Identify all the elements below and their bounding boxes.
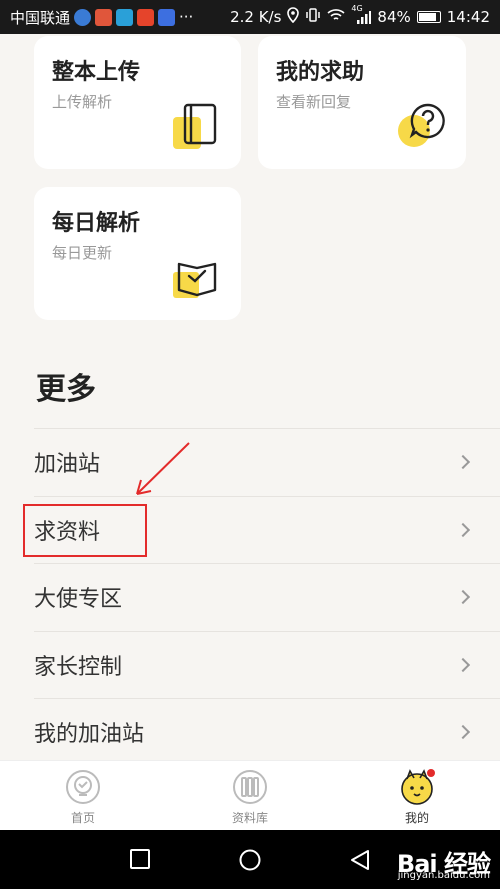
- battery-percent: 84%: [377, 8, 411, 26]
- annotation-highlight-box: [23, 504, 147, 557]
- status-bar: 中国联通 ··· 2.2 K/s 4G 84% 14:42: [0, 0, 500, 34]
- menu-item-label: 加油站: [34, 452, 101, 478]
- menu-item-my-gas-station[interactable]: 我的加油站: [34, 698, 500, 766]
- tab-label: 资料库: [231, 811, 268, 825]
- card-subtitle: 每日更新: [52, 244, 113, 262]
- network-speed: 2.2 K/s: [230, 8, 282, 26]
- book-upload-icon: [169, 99, 223, 151]
- baidu-jingyan-watermark: Bai 经验 jingyan.baidu.com: [397, 844, 491, 881]
- recents-button[interactable]: [130, 849, 150, 873]
- card-title: 每日解析: [52, 211, 141, 236]
- open-book-check-icon: [169, 250, 223, 302]
- menu-item-parental-control[interactable]: 家长控制: [34, 630, 500, 699]
- more-notifications-icon: ···: [179, 8, 194, 26]
- card-title: 整本上传: [52, 60, 141, 85]
- bottom-tab-bar: 首页 资料库 我的: [0, 760, 500, 830]
- more-menu: 加油站 求资料 大使专区 家长控制 我的加油站: [34, 428, 500, 766]
- chevron-right-icon: [455, 590, 471, 605]
- cell-signal-icon: 4G: [351, 4, 372, 24]
- card-my-help[interactable]: 我的求助 查看新回复: [258, 36, 466, 169]
- tab-mine[interactable]: 我的: [372, 769, 462, 826]
- chevron-right-icon: [455, 657, 471, 672]
- tab-home[interactable]: 首页: [38, 769, 128, 826]
- chevron-right-icon: [455, 522, 471, 537]
- watermark-sub: jingyan.baidu.com: [397, 870, 490, 881]
- menu-item-gas-station[interactable]: 加油站: [34, 428, 500, 496]
- avatar-icon: [399, 769, 435, 805]
- tab-library[interactable]: 资料库: [205, 769, 295, 826]
- menu-item-label: 大使专区: [34, 587, 123, 613]
- home-button[interactable]: [239, 849, 261, 875]
- wifi-icon: [327, 8, 345, 26]
- notification-dot: [427, 769, 435, 777]
- clock: 14:42: [446, 8, 490, 26]
- battery-icon: [416, 11, 441, 23]
- listen-app-icon: [137, 8, 155, 26]
- back-button[interactable]: [350, 849, 370, 875]
- tab-label: 首页: [70, 811, 95, 825]
- tab-label: 我的: [404, 811, 429, 825]
- system-nav-bar: Bai 经验 jingyan.baidu.com: [0, 830, 500, 889]
- menu-item-label: 家长控制: [34, 654, 123, 680]
- card-subtitle: 上传解析: [52, 93, 113, 111]
- card-title: 我的求助: [276, 60, 365, 85]
- store-app-icon: [116, 8, 134, 26]
- shield-app-icon: [74, 8, 92, 26]
- question-bubble-icon: [394, 99, 448, 151]
- chevron-right-icon: [455, 455, 471, 470]
- weibo-app-icon: [95, 8, 113, 26]
- location-icon: [287, 7, 300, 27]
- vibrate-icon: [305, 7, 321, 27]
- section-title-more: 更多: [36, 372, 96, 407]
- card-daily-analysis[interactable]: 每日解析 每日更新: [34, 187, 241, 320]
- baidu-app-icon: [158, 8, 176, 26]
- card-subtitle: 查看新回复: [276, 93, 352, 111]
- chevron-right-icon: [455, 725, 471, 740]
- carrier-label: 中国联通: [10, 8, 71, 27]
- menu-item-label: 我的加油站: [34, 722, 145, 748]
- library-icon: [232, 769, 268, 805]
- menu-item-ambassador-zone[interactable]: 大使专区: [34, 563, 500, 631]
- card-whole-book-upload[interactable]: 整本上传 上传解析: [34, 36, 241, 169]
- home-bulb-icon: [65, 769, 101, 805]
